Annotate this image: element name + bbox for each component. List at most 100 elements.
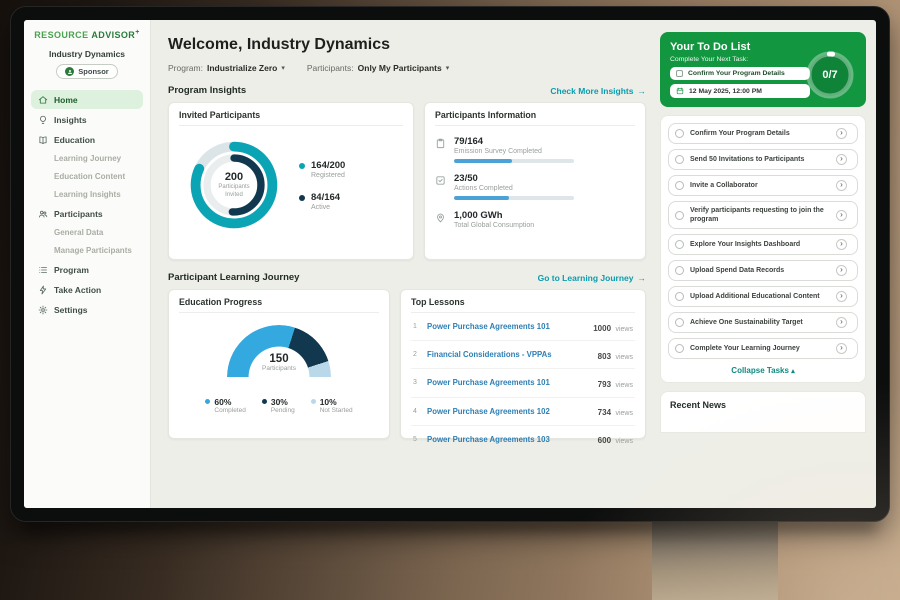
task-row[interactable]: Invite a Collaborator › xyxy=(668,175,858,196)
lesson-rank: 5 xyxy=(413,436,420,443)
lesson-link[interactable]: Power Purchase Agreements 103 xyxy=(427,435,591,444)
task-row[interactable]: Explore Your Insights Dashboard › xyxy=(668,234,858,255)
legend-item-active: 84/164 Active xyxy=(299,192,345,211)
collapse-label: Collapse Tasks xyxy=(731,366,789,375)
go-to-learning-journey-link[interactable]: Go to Learning Journey → xyxy=(538,273,646,283)
lesson-rank: 1 xyxy=(413,323,420,330)
lesson-rank: 4 xyxy=(413,408,420,415)
sidebar-item-label: Settings xyxy=(54,305,88,315)
program-filter-value: Industrialize Zero xyxy=(207,63,277,73)
task-row[interactable]: Upload Spend Data Records › xyxy=(668,260,858,281)
task-checkbox[interactable] xyxy=(675,318,684,327)
task-checkbox[interactable] xyxy=(675,181,684,190)
sponsor-badge[interactable]: Sponsor xyxy=(56,64,117,79)
segment-label: Completed xyxy=(214,407,245,414)
sidebar-subitem-label: Learning Insights xyxy=(54,190,121,199)
lesson-link[interactable]: Power Purchase Agreements 101 xyxy=(427,322,586,331)
monitor-bezel: RESOURCE ADVISOR+ Industry Dynamics Spon… xyxy=(10,6,890,522)
lesson-link[interactable]: Financial Considerations - VPPAs xyxy=(427,350,591,359)
sidebar-item-manage-participants[interactable]: Manage Participants xyxy=(31,242,143,259)
legend-dot xyxy=(299,195,305,201)
next-task-pill[interactable]: Confirm Your Program Details xyxy=(670,67,810,80)
education-total-label: Participants xyxy=(221,365,337,372)
legend-item-not-started: 10% Not Started xyxy=(311,397,353,414)
chevron-right-icon[interactable]: › xyxy=(836,343,847,354)
sidebar-item-insights[interactable]: Insights xyxy=(31,110,143,129)
card-title: Invited Participants xyxy=(179,110,403,126)
gear-icon xyxy=(38,305,48,315)
collapse-tasks-button[interactable]: Collapse Tasks ▴ xyxy=(668,366,858,375)
task-row[interactable]: Confirm Your Program Details › xyxy=(668,123,858,144)
link-label: Check More Insights xyxy=(550,86,633,96)
location-pin-icon xyxy=(435,212,446,223)
sidebar-item-settings[interactable]: Settings xyxy=(31,300,143,319)
task-row[interactable]: Send 50 Invitations to Participants › xyxy=(668,149,858,170)
task-row[interactable]: Upload Additional Educational Content › xyxy=(668,286,858,307)
chevron-right-icon[interactable]: › xyxy=(836,239,847,250)
chevron-up-icon: ▴ xyxy=(791,368,795,375)
task-label: Explore Your Insights Dashboard xyxy=(690,240,830,249)
invited-total: 200 xyxy=(225,171,243,183)
task-checkbox[interactable] xyxy=(675,211,684,220)
logo-plus: + xyxy=(135,29,140,36)
chevron-right-icon[interactable]: › xyxy=(836,265,847,276)
sidebar-item-education-content[interactable]: Education Content xyxy=(31,168,143,185)
sidebar-item-program[interactable]: Program xyxy=(31,260,143,279)
task-row[interactable]: Complete Your Learning Journey › xyxy=(668,338,858,359)
sidebar-item-learning-insights[interactable]: Learning Insights xyxy=(31,186,143,203)
link-label: Go to Learning Journey xyxy=(538,273,634,283)
chevron-right-icon[interactable]: › xyxy=(836,128,847,139)
chevron-right-icon[interactable]: › xyxy=(836,317,847,328)
chevron-right-icon[interactable]: › xyxy=(836,291,847,302)
sidebar-item-label: Take Action xyxy=(54,285,101,295)
task-checkbox[interactable] xyxy=(675,266,684,275)
sidebar-item-home[interactable]: Home xyxy=(31,90,143,109)
insights-cards-row: Invited Participants xyxy=(168,102,646,260)
gauge-center-label: 150 Participants xyxy=(221,353,337,372)
lesson-link[interactable]: Power Purchase Agreements 101 xyxy=(427,378,591,387)
task-checkbox[interactable] xyxy=(675,240,684,249)
task-checkbox[interactable] xyxy=(675,292,684,301)
chevron-right-icon[interactable]: › xyxy=(836,154,847,165)
lesson-rank: 3 xyxy=(413,379,420,386)
chevron-down-icon: ▾ xyxy=(281,64,285,72)
checkbox[interactable] xyxy=(676,70,683,77)
active-value: 84/164 xyxy=(311,192,340,203)
task-checkbox[interactable] xyxy=(675,155,684,164)
check-more-insights-link[interactable]: Check More Insights → xyxy=(550,86,646,96)
stat-label: Total Global Consumption xyxy=(454,222,534,229)
todo-panel: Your To Do List Complete Your Next Task:… xyxy=(658,20,876,508)
task-list: Confirm Your Program Details › Send 50 I… xyxy=(660,115,866,383)
task-checkbox[interactable] xyxy=(675,129,684,138)
sidebar-item-label: Education xyxy=(54,135,95,145)
chevron-down-icon: ▾ xyxy=(446,64,450,72)
legend-dot xyxy=(299,163,305,169)
sidebar-item-general-data[interactable]: General Data xyxy=(31,224,143,241)
sidebar-item-learning-journey[interactable]: Learning Journey xyxy=(31,150,143,167)
stat-global-consumption: 1,000 GWh Total Global Consumption xyxy=(435,210,635,229)
sidebar-item-label: Program xyxy=(54,265,89,275)
sidebar-item-participants[interactable]: Participants xyxy=(31,204,143,223)
sidebar-item-take-action[interactable]: Take Action xyxy=(31,280,143,299)
program-dropdown[interactable]: Program: Industrialize Zero ▾ xyxy=(168,63,285,73)
task-checkbox[interactable] xyxy=(675,344,684,353)
lesson-views: 793 views xyxy=(598,374,633,392)
invited-total-label: Participants xyxy=(218,183,249,191)
task-row[interactable]: Achieve One Sustainability Target › xyxy=(668,312,858,333)
logo-text-resource: RESOURCE xyxy=(34,30,88,40)
sidebar-item-education[interactable]: Education xyxy=(31,130,143,149)
recent-news-title: Recent News xyxy=(670,400,726,410)
filter-bar: Program: Industrialize Zero ▾ Participan… xyxy=(168,63,646,73)
task-label: Send 50 Invitations to Participants xyxy=(690,155,830,164)
chevron-right-icon[interactable]: › xyxy=(836,180,847,191)
participants-dropdown[interactable]: Participants: Only My Participants ▾ xyxy=(307,63,449,73)
chevron-right-icon[interactable]: › xyxy=(836,210,847,221)
lesson-views: 803 views xyxy=(598,346,633,364)
participants-filter-value: Only My Participants xyxy=(358,63,442,73)
book-icon xyxy=(38,135,48,145)
lesson-link[interactable]: Power Purchase Agreements 102 xyxy=(427,407,591,416)
learning-journey-section-header: Participant Learning Journey Go to Learn… xyxy=(168,272,646,283)
task-row[interactable]: Verify participants requesting to join t… xyxy=(668,201,858,229)
education-gauge-chart: 150 Participants xyxy=(221,325,337,381)
lesson-rank: 2 xyxy=(413,351,420,358)
